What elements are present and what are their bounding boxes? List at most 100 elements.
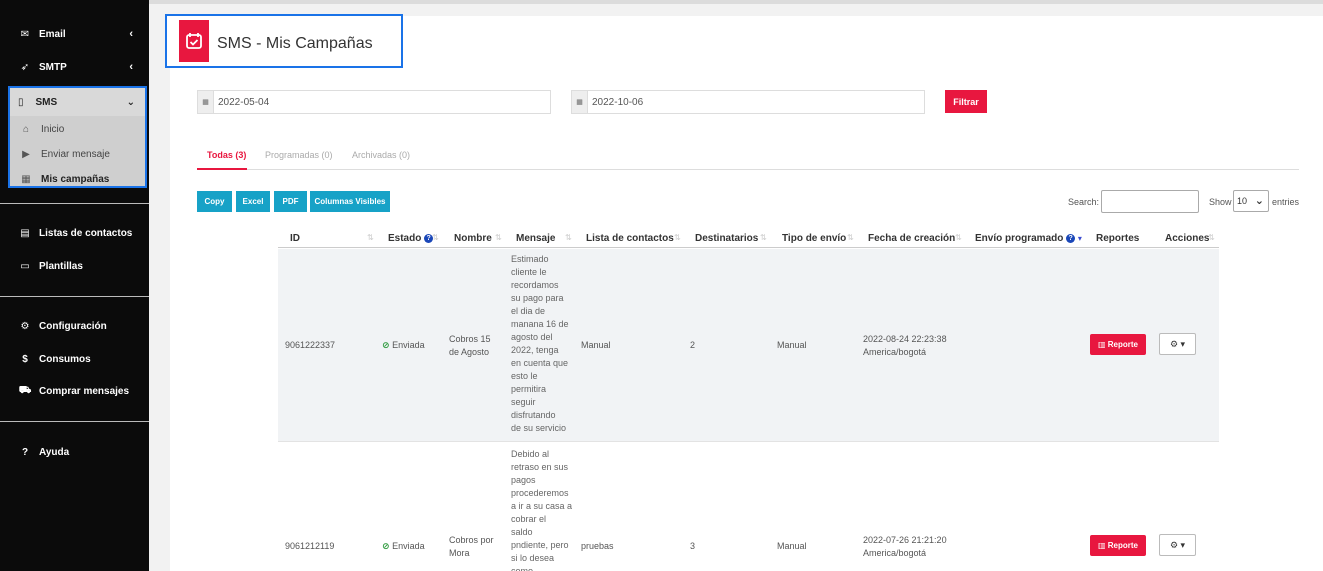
- status-text: Enviada: [392, 541, 425, 551]
- column-header-lista[interactable]: Lista de contactos: [586, 233, 674, 244]
- search-input[interactable]: [1101, 190, 1199, 213]
- message-line: como: [511, 566, 534, 571]
- book-icon: ▤: [20, 227, 30, 239]
- cell-estado: ⊘ Enviada: [382, 339, 425, 352]
- copy-button[interactable]: Copy: [197, 191, 232, 212]
- table-header: ID ⇅ Estado ? ⇅ Nombre ⇅ Mensaje ⇅ Lista…: [278, 230, 1219, 248]
- sidebar-divider: [0, 296, 149, 297]
- help-icon: ?: [1066, 234, 1076, 243]
- columns-visible-button[interactable]: Columnas Visibles: [310, 191, 390, 212]
- tab-archivadas[interactable]: Archivadas (0): [352, 150, 410, 160]
- cell-id: 9061212119: [285, 541, 335, 551]
- column-header-tipo[interactable]: Tipo de envío: [782, 233, 846, 244]
- cell-nombre-line: de Agosto: [449, 347, 490, 357]
- column-header-id[interactable]: ID: [290, 233, 300, 244]
- tab-todas[interactable]: Todas (3): [207, 150, 246, 160]
- bar-chart-icon: ▥: [1097, 541, 1106, 550]
- tab-programadas[interactable]: Programadas (0): [265, 150, 333, 160]
- sms-submenu: ⌂ Inicio ▶ Enviar mensaje ▦ Mis campañas: [10, 116, 145, 186]
- search-label: Search:: [1068, 197, 1100, 207]
- cell-fecha: 2022-07-26 21:21:20 America/bogotá: [863, 534, 947, 560]
- excel-button[interactable]: Excel: [236, 191, 270, 212]
- sidebar-item-comprar[interactable]: ⛟ Comprar mensajes: [0, 380, 149, 402]
- column-header-acciones[interactable]: Acciones: [1165, 233, 1209, 244]
- actions-dropdown[interactable]: ⚙ ▾: [1159, 333, 1196, 355]
- column-header-estado[interactable]: Estado ?: [388, 233, 434, 244]
- calendar-icon: ▦: [572, 91, 588, 113]
- play-icon: ▶: [22, 148, 30, 160]
- cell-fecha-line: America/bogotá: [863, 347, 927, 357]
- column-header-destinatarios[interactable]: Destinatarios: [695, 233, 758, 244]
- message-line: su pago para: [511, 293, 564, 303]
- message-line: cobrar el: [511, 514, 547, 524]
- sort-icon: ⇅: [760, 233, 767, 242]
- message-line: procederemos: [511, 488, 569, 498]
- sort-icon: ⇅: [1208, 233, 1215, 242]
- question-icon: ?: [21, 446, 29, 458]
- show-label: Show: [1209, 197, 1232, 207]
- cell-tipo: Manual: [777, 340, 807, 350]
- bar-chart-icon: ▥: [1097, 340, 1106, 349]
- column-header-mensaje[interactable]: Mensaje: [516, 233, 555, 244]
- check-circle-icon: ⊘: [382, 541, 390, 551]
- message-line: pndiente, pero: [511, 540, 569, 550]
- date-from-input[interactable]: ▦ 2022-05-04: [197, 90, 551, 114]
- filter-button[interactable]: Filtrar: [945, 90, 987, 113]
- sidebar-item-plantillas[interactable]: ▭ Plantillas: [0, 255, 149, 277]
- sidebar-item-smtp[interactable]: ➶ SMTP ‹: [0, 56, 149, 78]
- cell-fecha-line: 2022-07-26 21:21:20: [863, 535, 947, 545]
- column-header-envio-programado[interactable]: Envío programado ? ▾: [975, 233, 1082, 244]
- cell-lista: Manual: [581, 340, 611, 350]
- actions-dropdown[interactable]: ⚙ ▾: [1159, 534, 1196, 556]
- cell-mensaje: Debido al retraso en sus pagos procedere…: [511, 448, 575, 571]
- active-tab-indicator: [197, 168, 247, 170]
- sort-desc-icon: ▾: [1077, 234, 1082, 243]
- rocket-icon: ➶: [20, 61, 30, 73]
- cell-id: 9061222337: [285, 340, 336, 350]
- chevron-left-icon: ‹: [129, 28, 133, 40]
- sort-icon: ⇅: [674, 233, 681, 242]
- table-row: 9061212119 ⊘ Enviada Cobros por Mora Debi…: [278, 443, 1219, 571]
- campaign-tabs: Todas (3) Programadas (0) Archivadas (0): [197, 142, 1299, 170]
- sort-icon: ⇅: [432, 233, 439, 242]
- column-header-fecha[interactable]: Fecha de creación: [868, 233, 955, 244]
- message-line: permitira: [511, 384, 547, 394]
- column-header-label: Estado: [388, 233, 422, 244]
- pdf-button[interactable]: PDF: [274, 191, 307, 212]
- calendar-icon: ▦: [21, 173, 31, 185]
- message-line: saldo: [511, 527, 533, 537]
- sidebar-item-email[interactable]: ✉ Email ‹: [0, 23, 149, 45]
- submenu-item-inicio[interactable]: ⌂ Inicio: [10, 119, 145, 139]
- message-line: Debido al: [511, 449, 550, 459]
- chevron-down-icon: ⌄: [126, 96, 135, 108]
- report-label: Reporte: [1107, 541, 1139, 550]
- sort-icon: ⇅: [367, 233, 374, 242]
- cell-nombre-line: Cobros 15: [449, 334, 491, 344]
- submenu-item-enviar-mensaje[interactable]: ▶ Enviar mensaje: [10, 144, 145, 164]
- gear-icon: ⚙: [1169, 338, 1179, 349]
- message-line: cliente le: [511, 267, 547, 277]
- report-label: Reporte: [1107, 340, 1139, 349]
- message-line: de su servicio: [511, 423, 567, 433]
- sidebar-item-consumos[interactable]: $ Consumos: [0, 348, 149, 370]
- sidebar-divider: [0, 203, 149, 204]
- calendar-check-icon: [179, 20, 209, 62]
- date-to-input[interactable]: ▦ 2022-10-06: [571, 90, 925, 114]
- calendar-icon: ▦: [198, 91, 214, 113]
- sidebar: ✉ Email ‹ ➶ SMTP ‹ ▯ SMS ⌄ ⌂ Inicio ▶ En…: [0, 0, 149, 571]
- cell-fecha-line: America/bogotá: [863, 548, 927, 558]
- submenu-label: Inicio: [41, 123, 65, 135]
- sidebar-item-listas[interactable]: ▤ Listas de contactos: [0, 222, 149, 244]
- submenu-item-mis-campanas[interactable]: ▦ Mis campañas: [10, 169, 145, 189]
- sidebar-item-sms[interactable]: ▯ SMS ⌄: [10, 88, 145, 116]
- sidebar-item-ayuda[interactable]: ? Ayuda: [0, 441, 149, 463]
- sort-icon: ⇅: [847, 233, 854, 242]
- report-button[interactable]: ▥ Reporte: [1090, 535, 1146, 556]
- entries-select[interactable]: 10 ⌄: [1233, 190, 1269, 212]
- report-button[interactable]: ▥ Reporte: [1090, 334, 1146, 355]
- column-header-nombre[interactable]: Nombre: [454, 233, 492, 244]
- table-row: 9061222337 ⊘ Enviada Cobros 15 de Agosto …: [278, 249, 1219, 442]
- sidebar-item-configuracion[interactable]: ⚙ Configuración: [0, 315, 149, 337]
- check-circle-icon: ⊘: [382, 340, 390, 350]
- message-line: pagos: [511, 475, 536, 485]
